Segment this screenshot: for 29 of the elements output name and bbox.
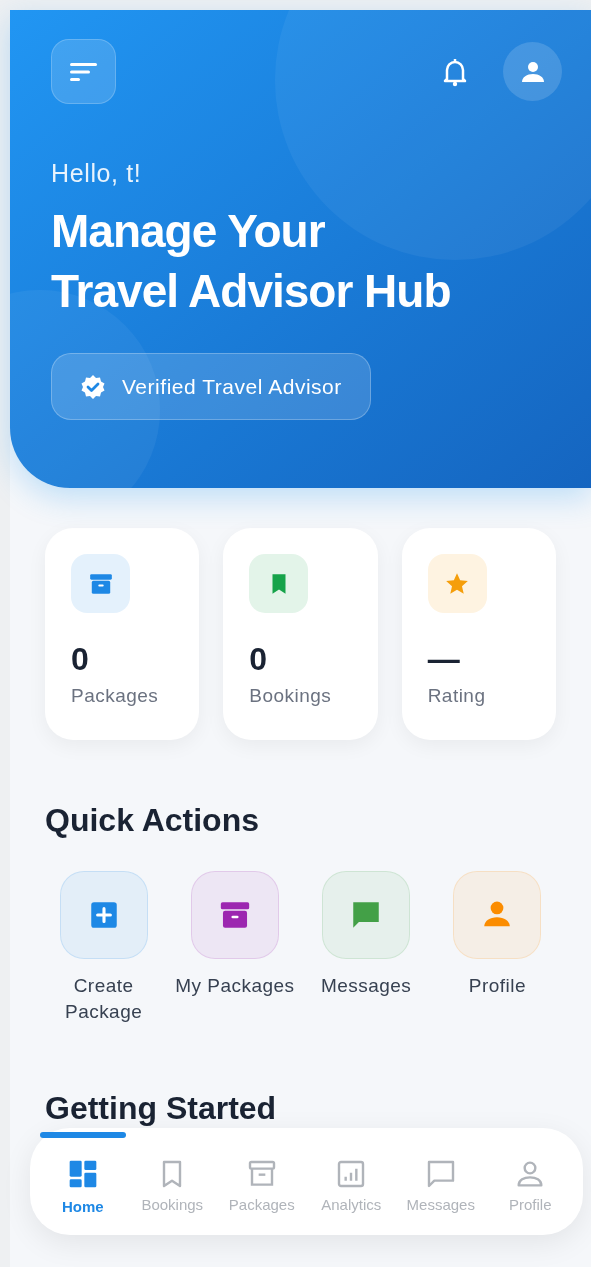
nav-tab[interactable]: Bookings: [127, 1128, 217, 1235]
quick-action-label: Profile: [467, 974, 527, 998]
stat-value: 0: [71, 640, 90, 679]
quick-action-button[interactable]: [190, 871, 279, 959]
verified-check-icon: [80, 373, 106, 400]
badge-text: Verified Travel Advisor: [122, 373, 342, 400]
section-title: Quick Actions: [44, 801, 260, 840]
quick-action-label: Create Package: [64, 974, 144, 1024]
quick-action-button[interactable]: [59, 871, 148, 959]
quick-action-label: My Packages: [174, 974, 295, 998]
nav-tab[interactable]: Home: [38, 1128, 128, 1235]
person-icon: [520, 59, 545, 84]
quick-action-label: Messages: [319, 974, 413, 998]
hero-title: Manage Your Travel Advisor Hub: [51, 204, 452, 319]
stat-value: —: [427, 640, 461, 679]
stat-label: Packages: [71, 684, 160, 708]
stat-label: Rating: [427, 684, 487, 708]
quick-action-button[interactable]: [322, 871, 411, 959]
nav-tab[interactable]: Profile: [485, 1128, 575, 1235]
greeting: Hello, t!: [51, 158, 143, 189]
nav-tab[interactable]: Analytics: [306, 1128, 396, 1235]
bell-icon: [443, 56, 467, 87]
nav-tab[interactable]: Messages: [396, 1128, 486, 1235]
stat-label: Bookings: [249, 684, 333, 708]
menu-icon: [69, 61, 98, 82]
stat-value: 0: [249, 640, 269, 679]
menu-button[interactable]: [51, 39, 116, 104]
nav-tab[interactable]: Packages: [217, 1128, 307, 1235]
section-title: Getting Started: [45, 1089, 277, 1128]
